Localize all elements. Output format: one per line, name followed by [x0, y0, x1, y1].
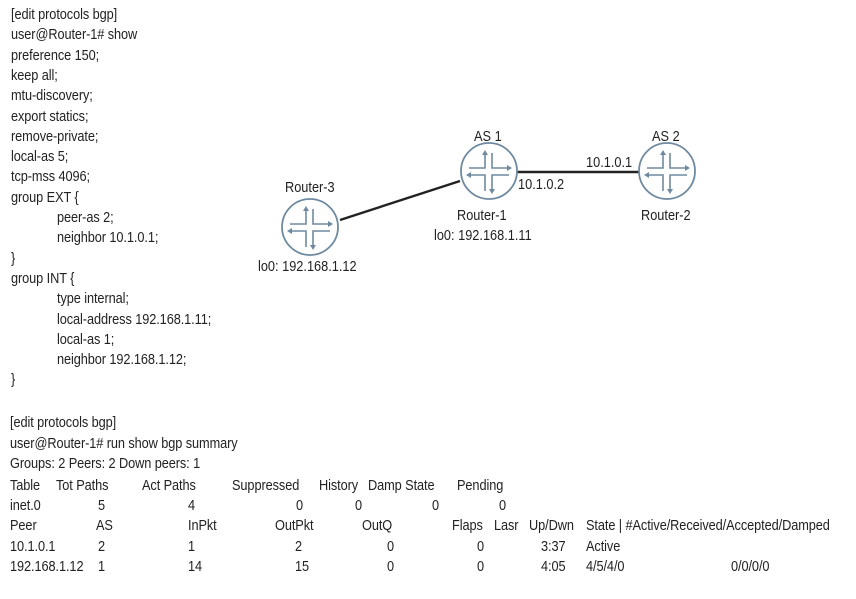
- table-value-cell: 0: [499, 498, 507, 514]
- router1-lo0: lo0: 192.168.1.11: [434, 228, 532, 244]
- summary-context: [edit protocols bgp]: [10, 415, 117, 431]
- peer-header-cell: State | #Active/Received/Accepted/Damped: [586, 518, 830, 534]
- table-value-cell: 4: [188, 498, 196, 514]
- peer-cell: 10.1.0.1: [10, 539, 56, 555]
- router-2-icon: [638, 142, 696, 200]
- peer-cell: 0: [477, 559, 485, 575]
- peer-cell: 1: [98, 559, 106, 575]
- peer-cell: 192.168.1.12: [10, 559, 84, 575]
- peer-header-cell: OutPkt: [275, 518, 314, 534]
- summary-groups-line: Groups: 2 Peers: 2 Down peers: 1: [10, 456, 201, 472]
- peer-cell: 2: [295, 539, 303, 555]
- peer-cell: 0/0/0/0: [731, 559, 770, 575]
- peer-cell: 1: [188, 539, 196, 555]
- router2-name: Router-2: [641, 208, 691, 224]
- link-router3-router1: [339, 179, 461, 222]
- table-value-cell: 0: [432, 498, 440, 514]
- peer-header-cell: InPkt: [188, 518, 217, 534]
- peer-cell: Active: [586, 539, 621, 555]
- peer-cell: 0: [477, 539, 485, 555]
- table-value-cell: 0: [355, 498, 363, 514]
- peer-header-cell: Lasr: [494, 518, 519, 534]
- router3-lo0: lo0: 192.168.1.12: [258, 259, 357, 275]
- table-value-cell: inet.0: [10, 498, 41, 514]
- table-header-cell: Table: [10, 478, 41, 494]
- router1-link-ip: 10.1.0.2: [518, 177, 565, 193]
- peer-cell: 14: [188, 559, 203, 575]
- table-header-cell: History: [319, 478, 359, 494]
- table-header-cell: Tot Paths: [56, 478, 109, 494]
- router-3-icon: [281, 198, 339, 256]
- peer-header-cell: Flaps: [452, 518, 483, 534]
- router1-as-label: AS 1: [474, 129, 502, 145]
- peer-cell: 15: [295, 559, 310, 575]
- table-header-cell: Pending: [457, 478, 504, 494]
- peer-cell: 0: [387, 539, 395, 555]
- table-header-cell: Suppressed: [232, 478, 300, 494]
- summary-command: user@Router-1# run show bgp summary: [10, 436, 238, 452]
- table-header-cell: Act Paths: [142, 478, 196, 494]
- router-1-icon: [460, 142, 518, 200]
- peer-header-cell: Up/Dwn: [529, 518, 574, 534]
- peer-cell: 2: [98, 539, 106, 555]
- peer-header-cell: AS: [96, 518, 113, 534]
- peer-cell: 0: [387, 559, 395, 575]
- router1-name: Router-1: [457, 208, 507, 224]
- router2-as-label: AS 2: [652, 129, 680, 145]
- peer-cell: 4/5/4/0: [586, 559, 625, 575]
- table-header-cell: Damp State: [368, 478, 435, 494]
- router2-link-ip: 10.1.0.1: [586, 155, 633, 171]
- table-value-cell: 0: [296, 498, 304, 514]
- peer-header-cell: OutQ: [362, 518, 393, 534]
- peer-header-cell: Peer: [10, 518, 37, 534]
- network-diagram: [281, 142, 696, 256]
- peer-cell: 3:37: [541, 539, 566, 555]
- router3-name: Router-3: [285, 180, 335, 196]
- table-value-cell: 5: [98, 498, 106, 514]
- peer-cell: 4:05: [541, 559, 566, 575]
